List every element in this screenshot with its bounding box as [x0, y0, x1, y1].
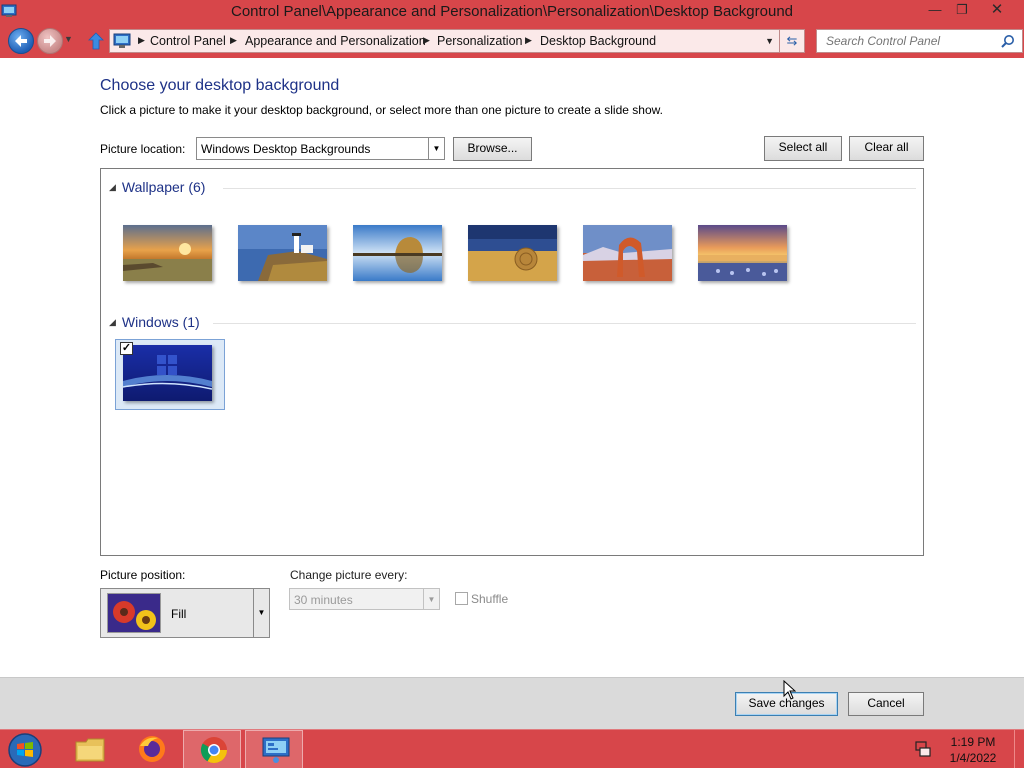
- clear-all-button[interactable]: Clear all: [849, 136, 924, 161]
- group-divider: [213, 323, 916, 324]
- up-arrow-icon[interactable]: [88, 32, 104, 50]
- cancel-button[interactable]: Cancel: [848, 692, 924, 716]
- page-title: Choose your desktop background: [100, 77, 340, 94]
- chevron-down-icon[interactable]: ▼: [428, 138, 444, 159]
- forward-button[interactable]: [37, 28, 63, 54]
- maximize-button[interactable]: ❐: [947, 0, 977, 22]
- taskbar-file-explorer[interactable]: [60, 730, 118, 768]
- close-button[interactable]: ✕: [982, 0, 1012, 22]
- picture-gallery[interactable]: ◢ Wallpaper (6) ◢ Windows (1) ✓: [100, 168, 924, 556]
- control-panel-icon: [262, 737, 290, 763]
- group-header-windows[interactable]: ◢ Windows (1): [109, 314, 200, 330]
- navigation-bar: ▼ ▶ Control Panel ▶ Appearance and Perso…: [0, 24, 1024, 58]
- shuffle-checkbox-box[interactable]: [455, 592, 468, 605]
- breadcrumb-separator-icon[interactable]: ▶: [230, 35, 237, 46]
- lighthouse-wallpaper[interactable]: [238, 225, 327, 281]
- breadcrumb-separator-icon[interactable]: ▶: [423, 35, 430, 46]
- search-icon[interactable]: [1001, 34, 1015, 48]
- back-arrow-icon: [15, 35, 27, 47]
- clock-date: 1/4/2022: [949, 751, 997, 765]
- collapse-triangle-icon[interactable]: ◢: [109, 317, 116, 327]
- file-explorer-icon: [75, 738, 105, 762]
- title-bar: Control Panel\Appearance and Personaliza…: [0, 0, 1024, 24]
- address-dropdown-icon[interactable]: ▼: [765, 36, 774, 46]
- flower-lake-sunset-wallpaper[interactable]: [698, 225, 787, 281]
- picture-position-label: Picture position:: [100, 568, 186, 582]
- shuffle-label: Shuffle: [471, 592, 509, 606]
- address-bar[interactable]: ▶ Control Panel ▶ Appearance and Persona…: [109, 29, 780, 53]
- search-box[interactable]: [816, 29, 1023, 53]
- windows-wallpaper-image: [123, 345, 212, 401]
- browse-button[interactable]: Browse...: [453, 137, 532, 161]
- clock-time: 1:19 PM: [950, 735, 996, 749]
- change-picture-value: 30 minutes: [294, 593, 353, 607]
- chevron-down-icon[interactable]: ▼: [253, 589, 269, 637]
- rock-arch-wallpaper[interactable]: [583, 225, 672, 281]
- main-content: Choose your desktop background Click a p…: [0, 58, 1024, 677]
- taskbar: 1:19 PM 1/4/2022: [0, 729, 1024, 768]
- breadcrumb-appearance-personalization[interactable]: Appearance and Personalization: [245, 34, 426, 48]
- breadcrumb-separator-icon[interactable]: ▶: [525, 35, 532, 46]
- mouse-cursor-icon: [783, 680, 796, 700]
- forward-arrow-icon: [44, 35, 56, 47]
- firefox-icon: [139, 736, 165, 762]
- picture-location-label: Picture location:: [100, 142, 186, 156]
- system-clock[interactable]: 1:19 PM 1/4/2022: [940, 734, 1006, 766]
- windows-default-wallpaper[interactable]: ✓: [115, 339, 225, 410]
- refresh-icon: ⇆: [786, 33, 798, 48]
- control-panel-icon: [113, 33, 131, 48]
- group-header-wallpaper[interactable]: ◢ Wallpaper (6): [109, 179, 205, 195]
- start-button[interactable]: [6, 732, 44, 768]
- taskbar-control-panel[interactable]: [245, 730, 303, 768]
- show-desktop-button[interactable]: [1014, 730, 1024, 768]
- picture-position-dropdown[interactable]: Fill ▼: [100, 588, 270, 638]
- rock-reflection-wallpaper[interactable]: [353, 225, 442, 281]
- group-title-wallpaper: Wallpaper (6): [121, 179, 206, 195]
- window-title: Control Panel\Appearance and Personaliza…: [230, 3, 794, 20]
- picture-position-value: Fill: [171, 607, 187, 621]
- breadcrumb-desktop-background[interactable]: Desktop Background: [540, 34, 656, 48]
- group-divider: [223, 188, 916, 189]
- select-all-button[interactable]: Select all: [764, 136, 842, 161]
- chevron-down-icon[interactable]: ▼: [423, 589, 439, 609]
- hay-bale-wallpaper[interactable]: [468, 225, 557, 281]
- change-picture-label: Change picture every:: [290, 568, 408, 582]
- search-input[interactable]: [817, 30, 997, 52]
- dialog-footer: Save changes Cancel: [0, 677, 1024, 729]
- collapse-triangle-icon[interactable]: ◢: [109, 182, 116, 192]
- picture-position-preview: [107, 593, 161, 633]
- refresh-button[interactable]: ⇆: [780, 29, 805, 53]
- taskbar-firefox[interactable]: [122, 730, 180, 768]
- picture-location-value: Windows Desktop Backgrounds: [201, 142, 371, 156]
- back-button[interactable]: [8, 28, 34, 54]
- page-description: Click a picture to make it your desktop …: [100, 103, 663, 117]
- taskbar-chrome[interactable]: [183, 730, 241, 768]
- shuffle-checkbox[interactable]: Shuffle: [455, 592, 508, 606]
- breadcrumb-separator-icon[interactable]: ▶: [138, 35, 145, 46]
- group-title-windows: Windows (1): [121, 314, 200, 330]
- recent-pages-dropdown[interactable]: ▼: [64, 34, 73, 44]
- picture-location-dropdown[interactable]: Windows Desktop Backgrounds ▼: [196, 137, 445, 160]
- wallpaper-checkbox[interactable]: ✓: [120, 342, 133, 355]
- minimize-button[interactable]: —: [920, 0, 950, 22]
- chrome-icon: [200, 737, 228, 764]
- breadcrumb-control-panel[interactable]: Control Panel: [150, 34, 226, 48]
- breadcrumb-personalization[interactable]: Personalization: [437, 34, 522, 48]
- sunset-field-wallpaper[interactable]: [123, 225, 212, 281]
- change-picture-interval-dropdown[interactable]: 30 minutes ▼: [289, 588, 440, 610]
- network-icon[interactable]: [914, 740, 932, 758]
